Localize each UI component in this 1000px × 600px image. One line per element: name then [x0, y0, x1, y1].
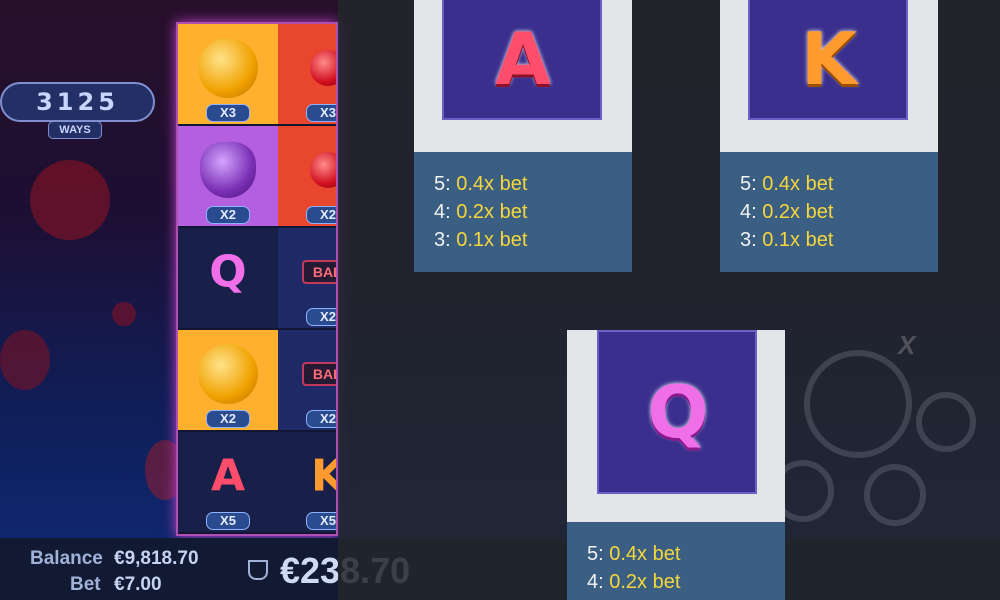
- grapes-icon: [200, 142, 256, 198]
- balance-label: Balance: [30, 548, 103, 569]
- multiplier-badge: X2: [306, 308, 336, 326]
- multiplier-badge: X3: [206, 104, 250, 122]
- multiplier-badge: X3: [306, 104, 336, 122]
- cherry-decoration: [112, 302, 136, 326]
- reel-cell: Q: [178, 228, 278, 328]
- bet-value: €7.00: [114, 574, 162, 595]
- reel-cell: X3: [178, 24, 278, 124]
- orange-icon: [198, 344, 258, 404]
- k-symbol: K: [801, 17, 857, 101]
- payout-line: 3: 0.1x bet: [740, 229, 834, 251]
- symbol-card: Q: [597, 330, 757, 494]
- reel-cell: A X5: [178, 432, 278, 532]
- cherry-icon: [310, 50, 336, 86]
- payout-line: 4: 0.2x bet: [740, 201, 834, 223]
- coins-icon: [916, 392, 976, 452]
- reel-cell: BAR X2: [278, 228, 336, 328]
- ways-label: WAYS: [48, 121, 102, 139]
- symbol-card: A: [442, 0, 602, 120]
- a-letter: A: [210, 450, 246, 502]
- payout-list: 5: 0.4x bet 4: 0.2x bet 3: 0.1x bet: [414, 152, 632, 272]
- payout-line: 4: 0.2x bet: [587, 571, 681, 593]
- multiplier-badge: X5: [206, 512, 250, 530]
- strawberry-decoration: [30, 160, 110, 240]
- autoplay-icon: [864, 464, 926, 526]
- balance-value: €9,818.70: [114, 548, 199, 569]
- payout-list: 5: 0.4x bet 4: 0.2x bet 3: 0.1x bet: [720, 152, 938, 272]
- spin-icon: [804, 350, 912, 458]
- payout-line: 5: 0.4x bet: [434, 173, 528, 195]
- q-symbol: Q: [647, 370, 708, 454]
- multiplier-badge: X2: [206, 410, 250, 428]
- orange-icon: [198, 38, 258, 98]
- multiplier-badge: X5: [306, 512, 336, 530]
- symbol-backdrop: K: [720, 0, 938, 152]
- multiplier-badge: X2: [306, 410, 336, 428]
- trophy-icon: [248, 560, 268, 580]
- reel-cell: X2: [178, 126, 278, 226]
- xpress-logo: X: [898, 330, 916, 360]
- reel-grid: X3 X3 X2 X2 Q BAR X2 X2 BAR X2 A: [176, 22, 338, 536]
- payout-list: 5: 0.4x bet 4: 0.2x bet: [567, 522, 785, 600]
- ways-counter: 3125: [0, 82, 155, 122]
- cherry-decoration: [0, 330, 50, 390]
- paytable-panel-a: A 5: 0.4x bet 4: 0.2x bet 3: 0.1x bet: [414, 0, 632, 272]
- reel-cell: X2: [278, 126, 336, 226]
- a-symbol: A: [495, 17, 551, 101]
- multiplier-badge: X2: [306, 206, 336, 224]
- q-letter: Q: [209, 246, 247, 298]
- reel-cell: K X5: [278, 432, 336, 532]
- payout-line: 5: 0.4x bet: [587, 543, 681, 565]
- bar-icon: BAR: [302, 362, 336, 386]
- paytable-panel-k: K 5: 0.4x bet 4: 0.2x bet 3: 0.1x bet: [720, 0, 938, 272]
- reel-cell: BAR X2: [278, 330, 336, 430]
- bet-label: Bet: [70, 574, 101, 595]
- symbol-backdrop: Q: [567, 330, 785, 522]
- symbol-card: K: [748, 0, 908, 120]
- bar-icon: BAR: [302, 260, 336, 284]
- symbol-backdrop: A: [414, 0, 632, 152]
- payout-line: 3: 0.1x bet: [434, 229, 528, 251]
- k-letter: K: [311, 451, 336, 502]
- multiplier-badge: X2: [206, 206, 250, 224]
- reel-cell: X2: [178, 330, 278, 430]
- paytable-panel-q: Q 5: 0.4x bet 4: 0.2x bet: [567, 330, 785, 600]
- reel-cell: X3: [278, 24, 336, 124]
- cherry-icon: [310, 152, 336, 188]
- payout-line: 5: 0.4x bet: [740, 173, 834, 195]
- payout-line: 4: 0.2x bet: [434, 201, 528, 223]
